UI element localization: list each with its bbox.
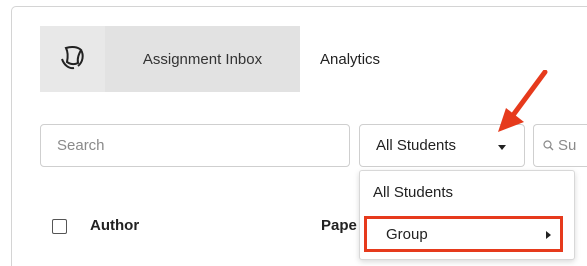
column-header-author[interactable]: Author bbox=[90, 217, 139, 234]
chevron-right-icon bbox=[546, 231, 551, 239]
tab-analytics[interactable]: Analytics bbox=[300, 26, 380, 92]
menu-item-group[interactable]: Group bbox=[364, 216, 563, 252]
submission-search-input[interactable]: Su bbox=[533, 124, 587, 167]
search2-placeholder: Su bbox=[558, 137, 577, 154]
student-filter-menu: All Students Group bbox=[359, 170, 575, 260]
tab-assignment-inbox[interactable]: Assignment Inbox bbox=[105, 26, 300, 92]
search-placeholder: Search bbox=[57, 137, 105, 154]
select-all-checkbox[interactable] bbox=[52, 219, 67, 234]
menu-item-label: Group bbox=[386, 225, 428, 243]
student-filter-label: All Students bbox=[376, 137, 457, 154]
search-input[interactable]: Search bbox=[40, 124, 350, 167]
tab-label: Assignment Inbox bbox=[142, 50, 263, 68]
search-icon bbox=[543, 140, 554, 151]
chevron-down-icon bbox=[498, 145, 506, 150]
tab-label: Analytics bbox=[320, 50, 381, 68]
turnitin-logo-icon[interactable] bbox=[40, 26, 105, 92]
top-nav: Assignment Inbox Analytics bbox=[40, 26, 587, 92]
column-header-paper[interactable]: Pape bbox=[321, 217, 357, 234]
menu-item-all-students[interactable]: All Students bbox=[373, 184, 453, 201]
student-filter-dropdown[interactable]: All Students bbox=[359, 124, 525, 167]
